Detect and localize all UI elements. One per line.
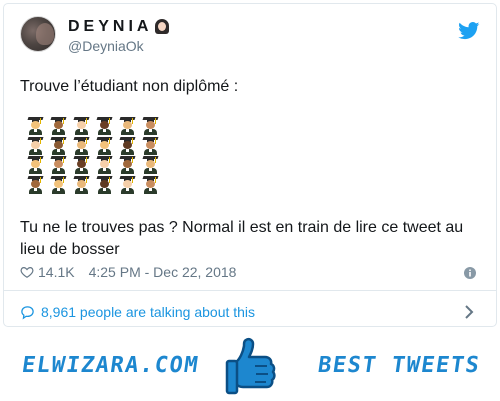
speech-bubble-icon — [21, 305, 34, 319]
student-emoji-grid — [26, 117, 166, 194]
student-emoji-icon — [141, 156, 160, 174]
student-emoji-icon — [141, 136, 160, 155]
display-name-text: DEYNIA — [68, 18, 153, 35]
student-emoji-icon — [118, 117, 137, 135]
student-emoji-icon — [72, 156, 91, 174]
student-emoji-icon — [26, 136, 45, 155]
talking-about-link[interactable]: 8,961 people are talking about this — [20, 304, 255, 320]
user-handle[interactable]: @DeyniaOk — [68, 38, 144, 54]
info-icon[interactable] — [464, 267, 476, 279]
heart-icon[interactable] — [20, 265, 34, 279]
student-emoji-icon — [26, 156, 45, 174]
site-name[interactable]: ELWIZARA.COM — [20, 353, 200, 378]
student-emoji-icon — [95, 156, 114, 174]
student-emoji-icon — [95, 117, 114, 135]
student-emoji-icon — [141, 175, 160, 194]
tweet-card: DEYNIA @DeyniaOk Trouve l’étudiant non d… — [3, 3, 497, 327]
tweet-text-line-2: Tu ne le trouves pas ? Normal il est en … — [20, 219, 464, 258]
student-emoji-icon — [72, 136, 91, 155]
student-emoji-icon — [118, 175, 137, 194]
student-emoji-icon — [118, 156, 137, 174]
student-emoji-icon — [95, 175, 114, 194]
student-emoji-icon — [49, 117, 68, 135]
thumbs-up-icon — [225, 337, 276, 395]
like-count[interactable]: 14.1K — [38, 264, 75, 280]
student-emoji-icon — [26, 175, 45, 194]
avatar[interactable] — [20, 16, 56, 52]
woman-with-veil-emoji-icon — [154, 19, 170, 35]
best-tweets-label: BEST TWEETS — [316, 353, 482, 378]
display-name[interactable]: DEYNIA — [68, 18, 170, 36]
student-emoji-icon — [95, 136, 114, 155]
student-emoji-icon — [118, 136, 137, 155]
site-banner: ELWIZARA.COM BEST TWEETS — [0, 336, 500, 401]
divider — [4, 290, 496, 291]
student-emoji-icon — [26, 117, 45, 135]
student-emoji-icon — [141, 117, 160, 135]
talking-about-text: 8,961 people are talking about this — [41, 304, 256, 320]
twitter-bird-icon[interactable] — [458, 22, 480, 40]
tweet-meta: 14.1K 4:25 PM - Dec 22, 2018 — [20, 264, 236, 280]
student-emoji-icon — [49, 136, 68, 155]
student-emoji-icon — [72, 117, 91, 135]
student-emoji-icon — [72, 175, 91, 194]
tweet-timestamp[interactable]: 4:25 PM - Dec 22, 2018 — [89, 264, 237, 280]
student-emoji-icon — [49, 175, 68, 194]
tweet-text-line-1: Trouve l’étudiant non diplômé : — [20, 78, 239, 95]
student-emoji-icon — [49, 156, 68, 174]
chevron-right-icon[interactable] — [464, 305, 474, 319]
